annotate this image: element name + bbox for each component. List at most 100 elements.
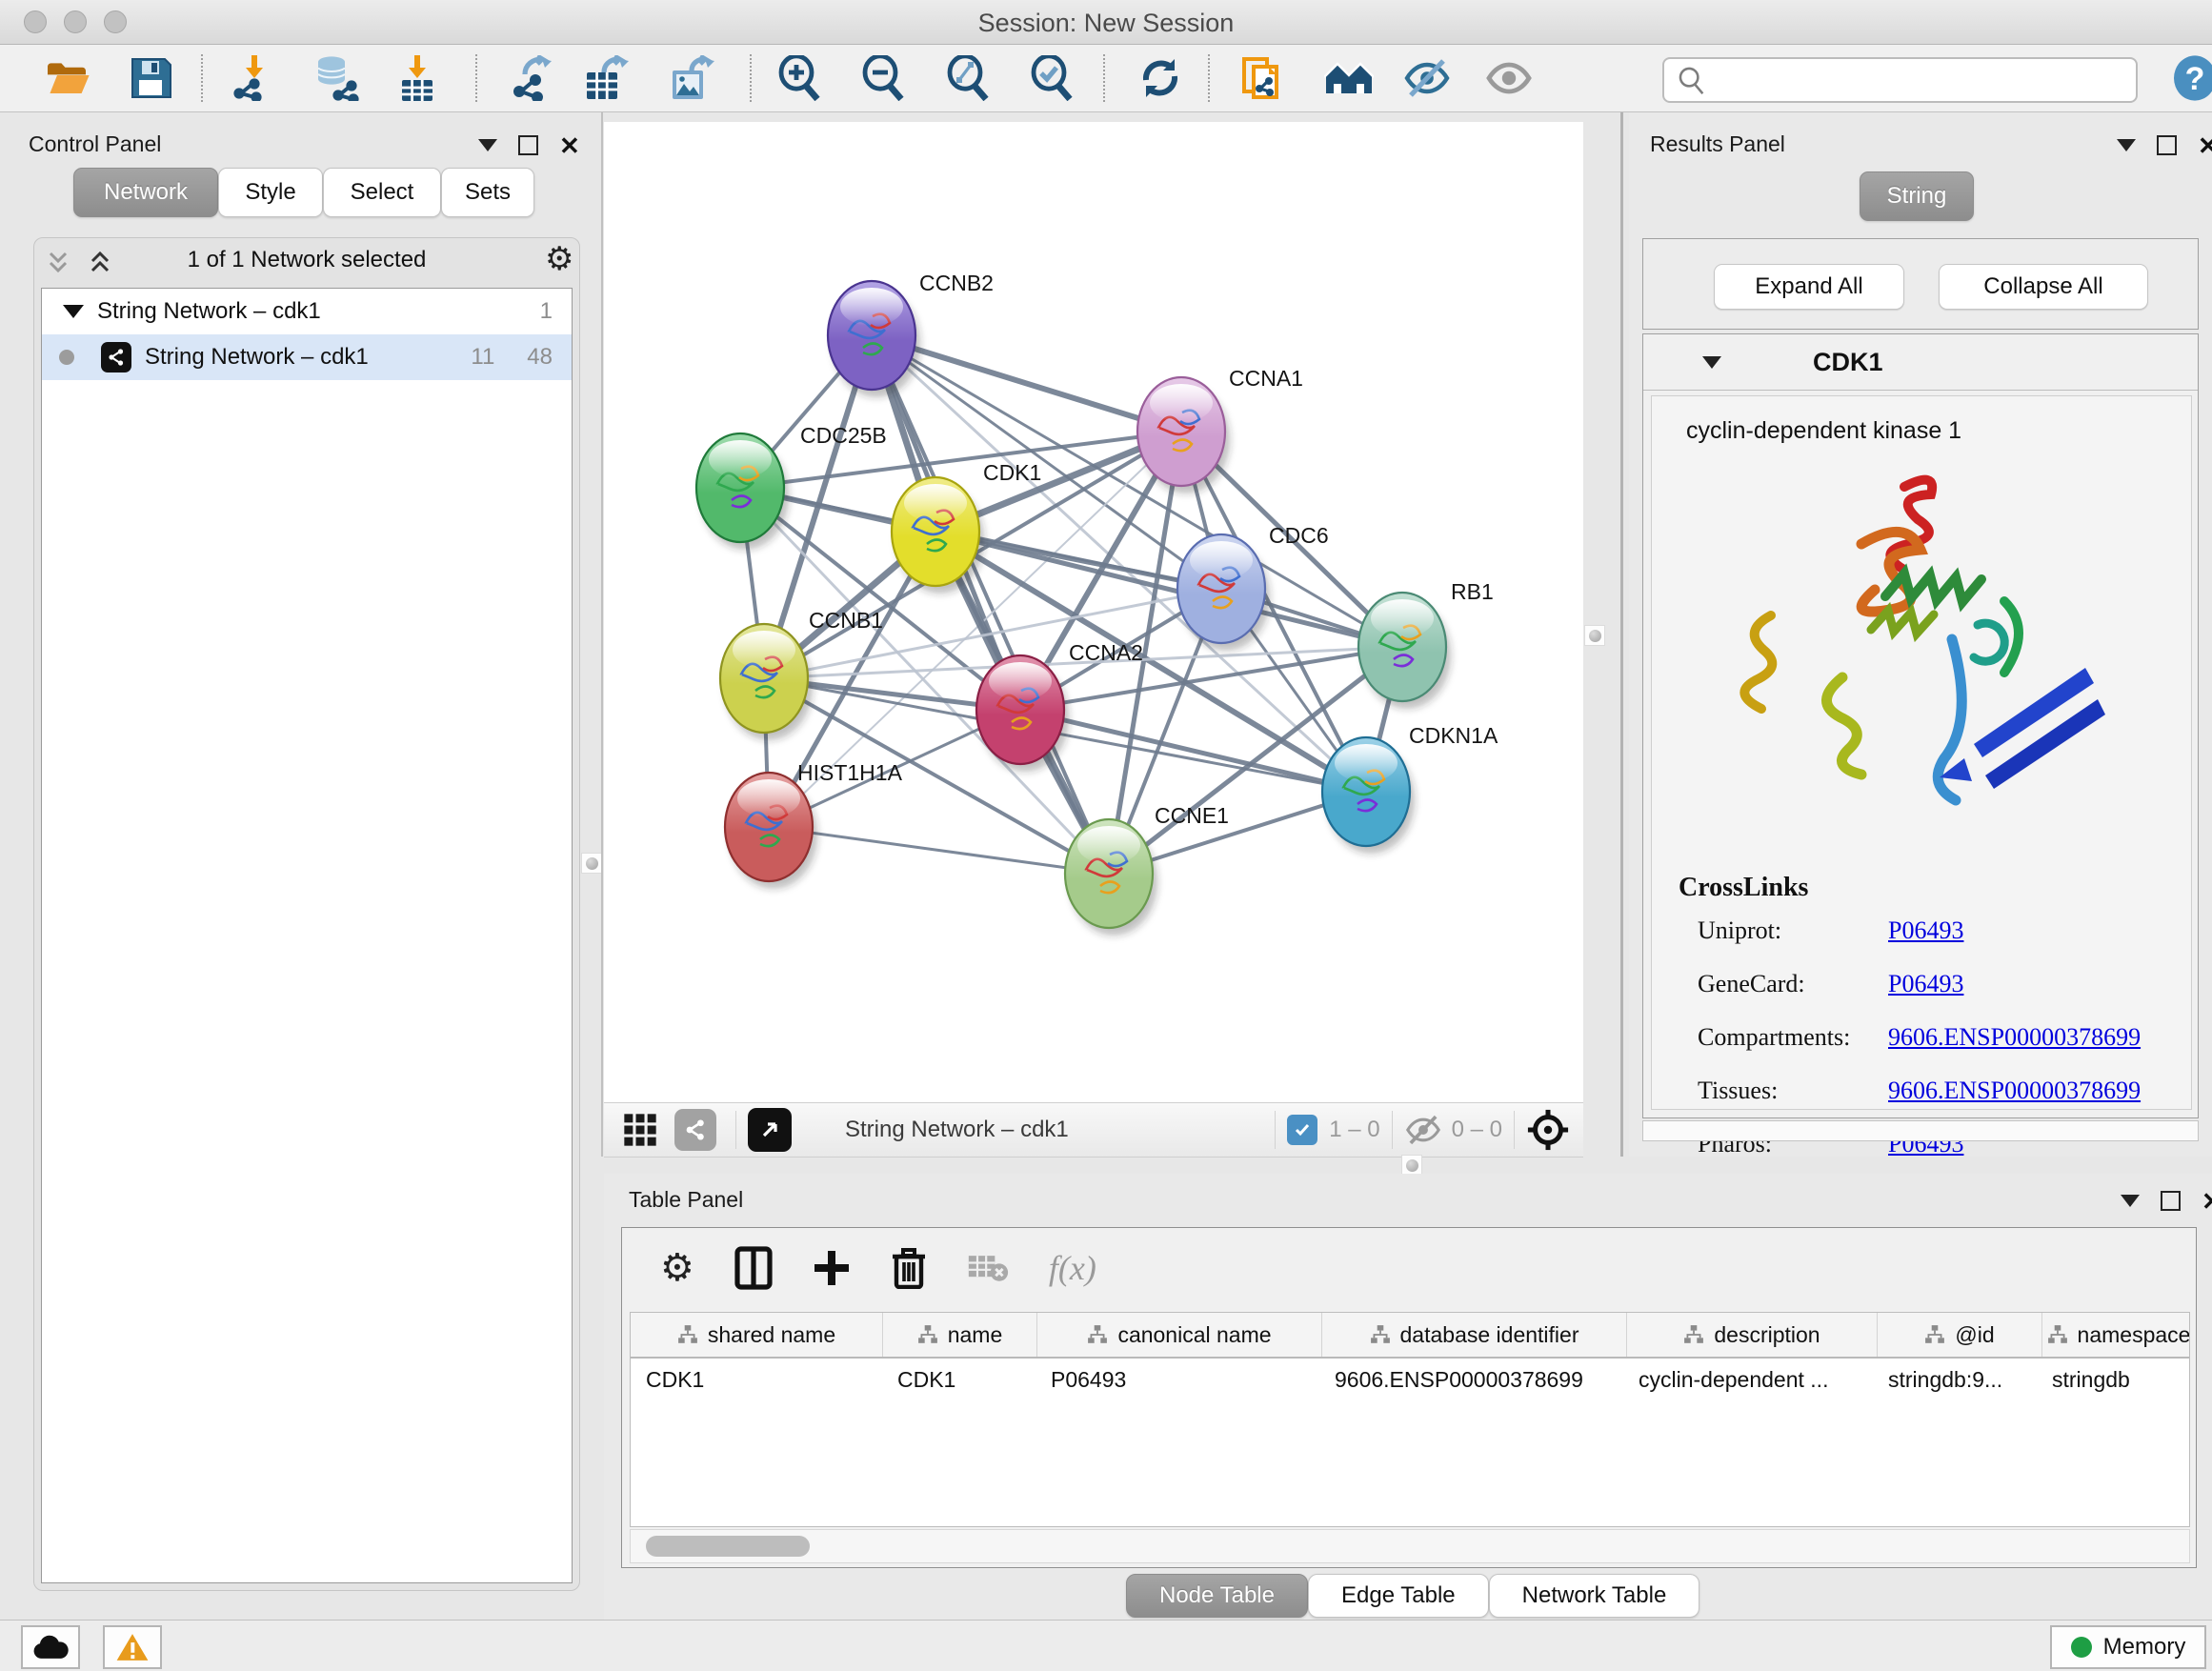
show-all-button[interactable] xyxy=(1482,52,1536,104)
left-splitter-handle[interactable] xyxy=(581,853,602,874)
table-cell[interactable]: stringdb:9... xyxy=(1873,1359,2037,1400)
node-CDKN1A[interactable] xyxy=(1322,737,1415,854)
save-session-button[interactable] xyxy=(125,52,178,104)
open-session-button[interactable] xyxy=(42,52,95,104)
tab-network[interactable]: Network xyxy=(73,168,218,217)
tab-edge-table[interactable]: Edge Table xyxy=(1308,1574,1489,1618)
node-CCNA2[interactable] xyxy=(976,655,1069,772)
search-input[interactable] xyxy=(1716,66,2136,94)
table-cell[interactable]: 9606.ENSP00000378699 xyxy=(1319,1359,1623,1400)
selected-checkbox-icon[interactable] xyxy=(1287,1115,1317,1145)
panel-collapse-icon[interactable] xyxy=(2117,139,2136,151)
protein-header-row[interactable]: CDK1 xyxy=(1643,334,2198,391)
zoom-out-button[interactable] xyxy=(857,52,911,104)
crosslink-link[interactable]: 9606.ENSP00000378699 xyxy=(1888,1077,2141,1105)
cloud-status-button[interactable] xyxy=(21,1625,80,1669)
table-row[interactable]: CDK1CDK1P064939606.ENSP00000378699cyclin… xyxy=(631,1359,2189,1400)
node-RB1[interactable] xyxy=(1358,593,1451,709)
panel-float-icon[interactable] xyxy=(518,135,538,155)
crosslink-link[interactable]: 9606.ENSP00000378699 xyxy=(1888,1023,2141,1052)
network-row[interactable]: String Network – cdk1 11 48 xyxy=(42,334,572,380)
import-table-button[interactable] xyxy=(391,52,444,104)
column-header-name[interactable]: name xyxy=(883,1313,1037,1357)
warnings-button[interactable] xyxy=(103,1625,162,1669)
column-header-shared-name[interactable]: shared name xyxy=(631,1313,883,1357)
export-table-button[interactable] xyxy=(579,52,633,104)
new-network-from-selection-button[interactable] xyxy=(1237,52,1290,104)
zoom-fit-button[interactable] xyxy=(942,52,995,104)
node-CDC25B[interactable] xyxy=(696,433,789,550)
table-cell[interactable]: cyclin-dependent ... xyxy=(1623,1359,1873,1400)
column-header-canonical-name[interactable]: canonical name xyxy=(1037,1313,1322,1357)
edge-CCNB2-CCNE1[interactable] xyxy=(872,335,1109,874)
tab-sets[interactable]: Sets xyxy=(441,168,534,217)
table-hscrollbar[interactable] xyxy=(630,1529,2190,1563)
network-panel-gear-icon[interactable]: ⚙ xyxy=(545,243,573,275)
column-header--id[interactable]: @id xyxy=(1878,1313,2042,1357)
results-scroll-track[interactable] xyxy=(1642,1120,2199,1141)
hide-selected-button[interactable] xyxy=(1400,52,1454,104)
delete-table-icon[interactable] xyxy=(967,1252,1009,1284)
node-HIST1H1A[interactable] xyxy=(725,773,817,889)
table-cell[interactable]: P06493 xyxy=(1036,1359,1319,1400)
tab-node-table[interactable]: Node Table xyxy=(1126,1574,1308,1618)
open-in-window-icon[interactable] xyxy=(748,1108,792,1152)
node-CCNE1[interactable] xyxy=(1065,819,1157,936)
edge-HIST1H1A-CCNE1[interactable] xyxy=(769,827,1109,874)
right-splitter-handle[interactable] xyxy=(1584,625,1605,646)
table-hscroll-thumb[interactable] xyxy=(646,1536,810,1557)
tab-style[interactable]: Style xyxy=(218,168,323,217)
table-settings-gear-icon[interactable]: ⚙ xyxy=(660,1252,694,1284)
export-image-button[interactable] xyxy=(665,52,718,104)
panel-float-icon[interactable] xyxy=(2161,1191,2181,1211)
network-collection-row[interactable]: String Network – cdk1 1 xyxy=(42,289,572,334)
table-cell[interactable]: CDK1 xyxy=(882,1359,1036,1400)
node-CDC6[interactable] xyxy=(1177,534,1270,651)
first-neighbors-button[interactable] xyxy=(1322,52,1376,104)
add-column-icon[interactable] xyxy=(813,1249,851,1287)
collapse-all-button[interactable]: Collapse All xyxy=(1939,264,2148,310)
table-cell[interactable]: stringdb xyxy=(2037,1359,2189,1400)
panel-collapse-icon[interactable] xyxy=(2121,1195,2140,1207)
refresh-view-button[interactable] xyxy=(1134,52,1187,104)
panel-close-icon[interactable]: ✕ xyxy=(2198,136,2212,155)
bottom-splitter-handle[interactable] xyxy=(1401,1155,1422,1176)
zoom-in-button[interactable] xyxy=(774,52,827,104)
network-icon-badge[interactable] xyxy=(674,1109,716,1151)
table-cell[interactable]: CDK1 xyxy=(631,1359,882,1400)
birds-eye-view-icon[interactable] xyxy=(1526,1108,1570,1152)
tab-string[interactable]: String xyxy=(1860,171,1974,221)
node-CCNB1[interactable] xyxy=(720,624,813,740)
export-network-file-button[interactable] xyxy=(506,52,559,104)
expand-all-button[interactable]: Expand All xyxy=(1714,264,1904,310)
panel-float-icon[interactable] xyxy=(2157,135,2177,155)
column-header-namespace[interactable]: namespace xyxy=(2042,1313,2190,1357)
show-columns-icon[interactable] xyxy=(734,1246,773,1290)
network-label: String Network – cdk1 xyxy=(145,344,369,371)
crosslink-link[interactable]: P06493 xyxy=(1888,970,1963,998)
help-button[interactable]: ? xyxy=(2173,55,2212,101)
network-canvas[interactable]: CCNB2CCNA1CDC25BCDK1CDC6RB1CCNB1CCNA2CDK… xyxy=(604,122,1583,1102)
column-header-description[interactable]: description xyxy=(1627,1313,1878,1357)
crosslink-link[interactable]: P06493 xyxy=(1888,916,1963,945)
node-CCNA1[interactable] xyxy=(1137,377,1230,493)
disclosure-triangle-icon[interactable] xyxy=(63,305,84,318)
delete-column-icon[interactable] xyxy=(891,1247,927,1289)
memory-button[interactable]: Memory xyxy=(2050,1625,2206,1669)
tab-network-table[interactable]: Network Table xyxy=(1489,1574,1700,1618)
tab-select[interactable]: Select xyxy=(323,168,441,217)
hidden-eye-slash-icon[interactable] xyxy=(1404,1114,1442,1146)
panel-collapse-icon[interactable] xyxy=(478,139,497,151)
column-header-database-identifier[interactable]: database identifier xyxy=(1322,1313,1627,1357)
node-CCNB2[interactable] xyxy=(828,281,920,397)
panel-close-icon[interactable]: ✕ xyxy=(559,136,580,155)
edge-CCNA2-CDKN1A[interactable] xyxy=(1020,710,1366,792)
function-builder-icon[interactable]: f(x) xyxy=(1049,1248,1096,1288)
node-CDK1[interactable] xyxy=(892,477,984,594)
grid-view-icon[interactable] xyxy=(621,1111,659,1149)
import-network-database-button[interactable] xyxy=(311,52,364,104)
panel-close-icon[interactable]: ✕ xyxy=(2202,1192,2212,1211)
import-network-file-button[interactable] xyxy=(228,52,281,104)
disclosure-triangle-icon[interactable] xyxy=(1702,356,1721,369)
zoom-selected-button[interactable] xyxy=(1026,52,1079,104)
